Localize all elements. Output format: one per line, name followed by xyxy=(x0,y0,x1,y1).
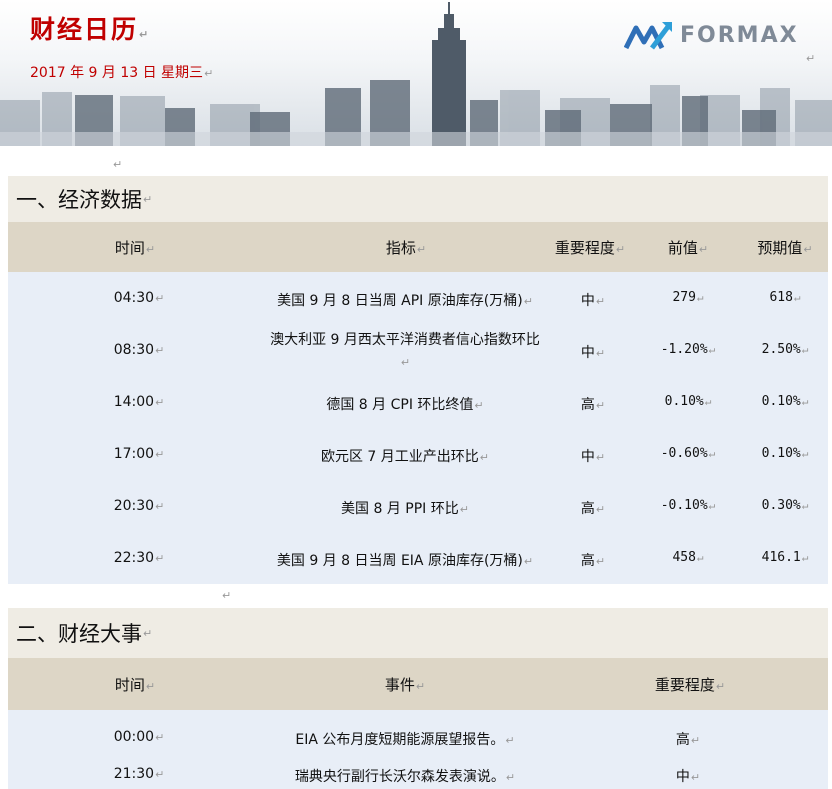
row2-previous: -1.20%↵ xyxy=(660,342,716,357)
row4-previous: -0.60%↵ xyxy=(660,446,716,461)
column-header-previous: 前值↵ xyxy=(667,239,709,257)
row1-time: 04:30↵ xyxy=(113,290,165,306)
row5-importance: 高↵ xyxy=(580,501,606,517)
row6-indicator: 美国 9 月 8 日当周 EIA 原油库存(万桶)↵ xyxy=(276,553,534,569)
paragraph-mark: ↵ xyxy=(113,158,123,171)
row6-previous: 458↵ xyxy=(672,550,704,565)
row3-indicator: 德国 8 月 CPI 环比终值↵ xyxy=(326,397,484,413)
row6-forecast: 416.1↵ xyxy=(761,550,809,565)
row1-previous: 279↵ xyxy=(672,290,704,305)
row2-importance: 中↵ xyxy=(580,345,606,361)
row5-time: 20:30↵ xyxy=(113,498,165,514)
row4-importance: 中↵ xyxy=(580,449,606,465)
financial-events-table-body: 00:00↵ EIA 公布月度短期能源展望报告。↵ 高↵ 21:30↵ 瑞典央行… xyxy=(8,710,828,789)
row2-indicator: 澳大利亚 9 月西太平洋消费者信心指数环比↵ xyxy=(270,332,540,369)
event1-description: EIA 公布月度短期能源展望报告。↵ xyxy=(295,732,515,748)
column-header-time: 时间↵ xyxy=(114,676,156,694)
row5-indicator: 美国 8 月 PPI 环比↵ xyxy=(341,501,469,517)
event2-time: 21:30↵ xyxy=(113,766,165,782)
row5-previous: -0.10%↵ xyxy=(660,498,716,513)
column-header-importance: 重要程度↵ xyxy=(554,239,626,257)
financial-events-table-header: 时间↵ 事件↵ 重要程度↵ xyxy=(8,658,828,710)
header-banner: 财经日历↵ 2017 年 9 月 13 日 星期三↵ FORMAX ↵ xyxy=(0,0,832,146)
row4-time: 17:00↵ xyxy=(113,446,165,462)
event1-time: 00:00↵ xyxy=(113,729,165,745)
logo-text: FORMAX xyxy=(680,22,799,48)
row3-previous: 0.10%↵ xyxy=(664,394,712,409)
column-header-event: 事件↵ xyxy=(384,676,426,694)
column-header-indicator: 指标↵ xyxy=(385,239,427,257)
row4-forecast: 0.10%↵ xyxy=(761,446,809,461)
column-header-time: 时间↵ xyxy=(114,239,156,257)
column-header-importance: 重要程度↵ xyxy=(654,676,726,694)
economic-data-table-header: 时间↵ 指标↵ 重要程度↵ 前值↵ 预期值↵ xyxy=(8,222,828,272)
row3-time: 14:00↵ xyxy=(113,394,165,410)
row3-importance: 高↵ xyxy=(580,397,606,413)
row1-indicator: 美国 9 月 8 日当周 API 原油库存(万桶)↵ xyxy=(277,293,533,309)
event1-importance: 高↵ xyxy=(675,732,701,748)
date-label: 2017 年 9 月 13 日 星期三↵ xyxy=(30,65,214,81)
row5-forecast: 0.30%↵ xyxy=(761,498,809,513)
event2-description: 瑞典央行副行长沃尔森发表演说。↵ xyxy=(294,769,516,785)
paragraph-mark: ↵ xyxy=(806,52,816,65)
row6-time: 22:30↵ xyxy=(113,550,165,566)
formax-logo: FORMAX xyxy=(624,18,799,52)
section-title-economic-data: 一、经济数据 ↵ xyxy=(8,176,828,222)
row3-forecast: 0.10%↵ xyxy=(761,394,809,409)
column-header-forecast: 预期值↵ xyxy=(757,239,813,257)
row1-forecast: 618↵ xyxy=(769,290,801,305)
row2-time: 08:30↵ xyxy=(113,342,165,358)
formax-logo-icon xyxy=(624,22,672,50)
row4-indicator: 欧元区 7 月工业产出环比↵ xyxy=(320,449,490,465)
event2-importance: 中↵ xyxy=(675,769,701,785)
economic-data-table-body: 04:30↵ 美国 9 月 8 日当周 API 原油库存(万桶)↵ 中↵ 279… xyxy=(8,272,828,584)
paragraph-mark: ↵ xyxy=(222,589,232,602)
row6-importance: 高↵ xyxy=(580,553,606,569)
row1-importance: 中↵ xyxy=(580,293,606,309)
section-title-financial-events: 二、财经大事 ↵ xyxy=(8,608,828,658)
row2-forecast: 2.50%↵ xyxy=(761,342,809,357)
page-title: 财经日历↵ xyxy=(30,15,151,44)
